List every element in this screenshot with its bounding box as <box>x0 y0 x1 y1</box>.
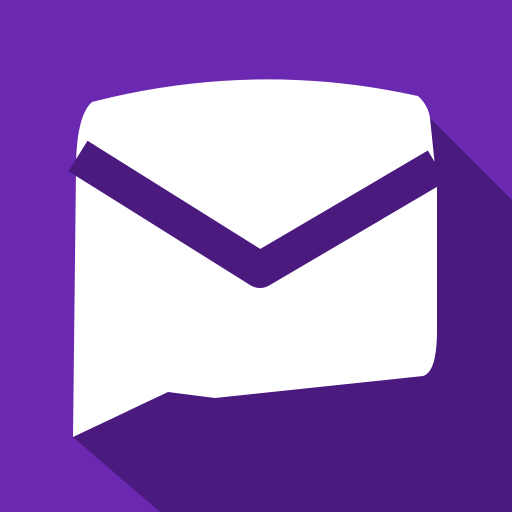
app-icon <box>0 0 512 512</box>
mail-chat-bubble-icon <box>0 0 512 512</box>
